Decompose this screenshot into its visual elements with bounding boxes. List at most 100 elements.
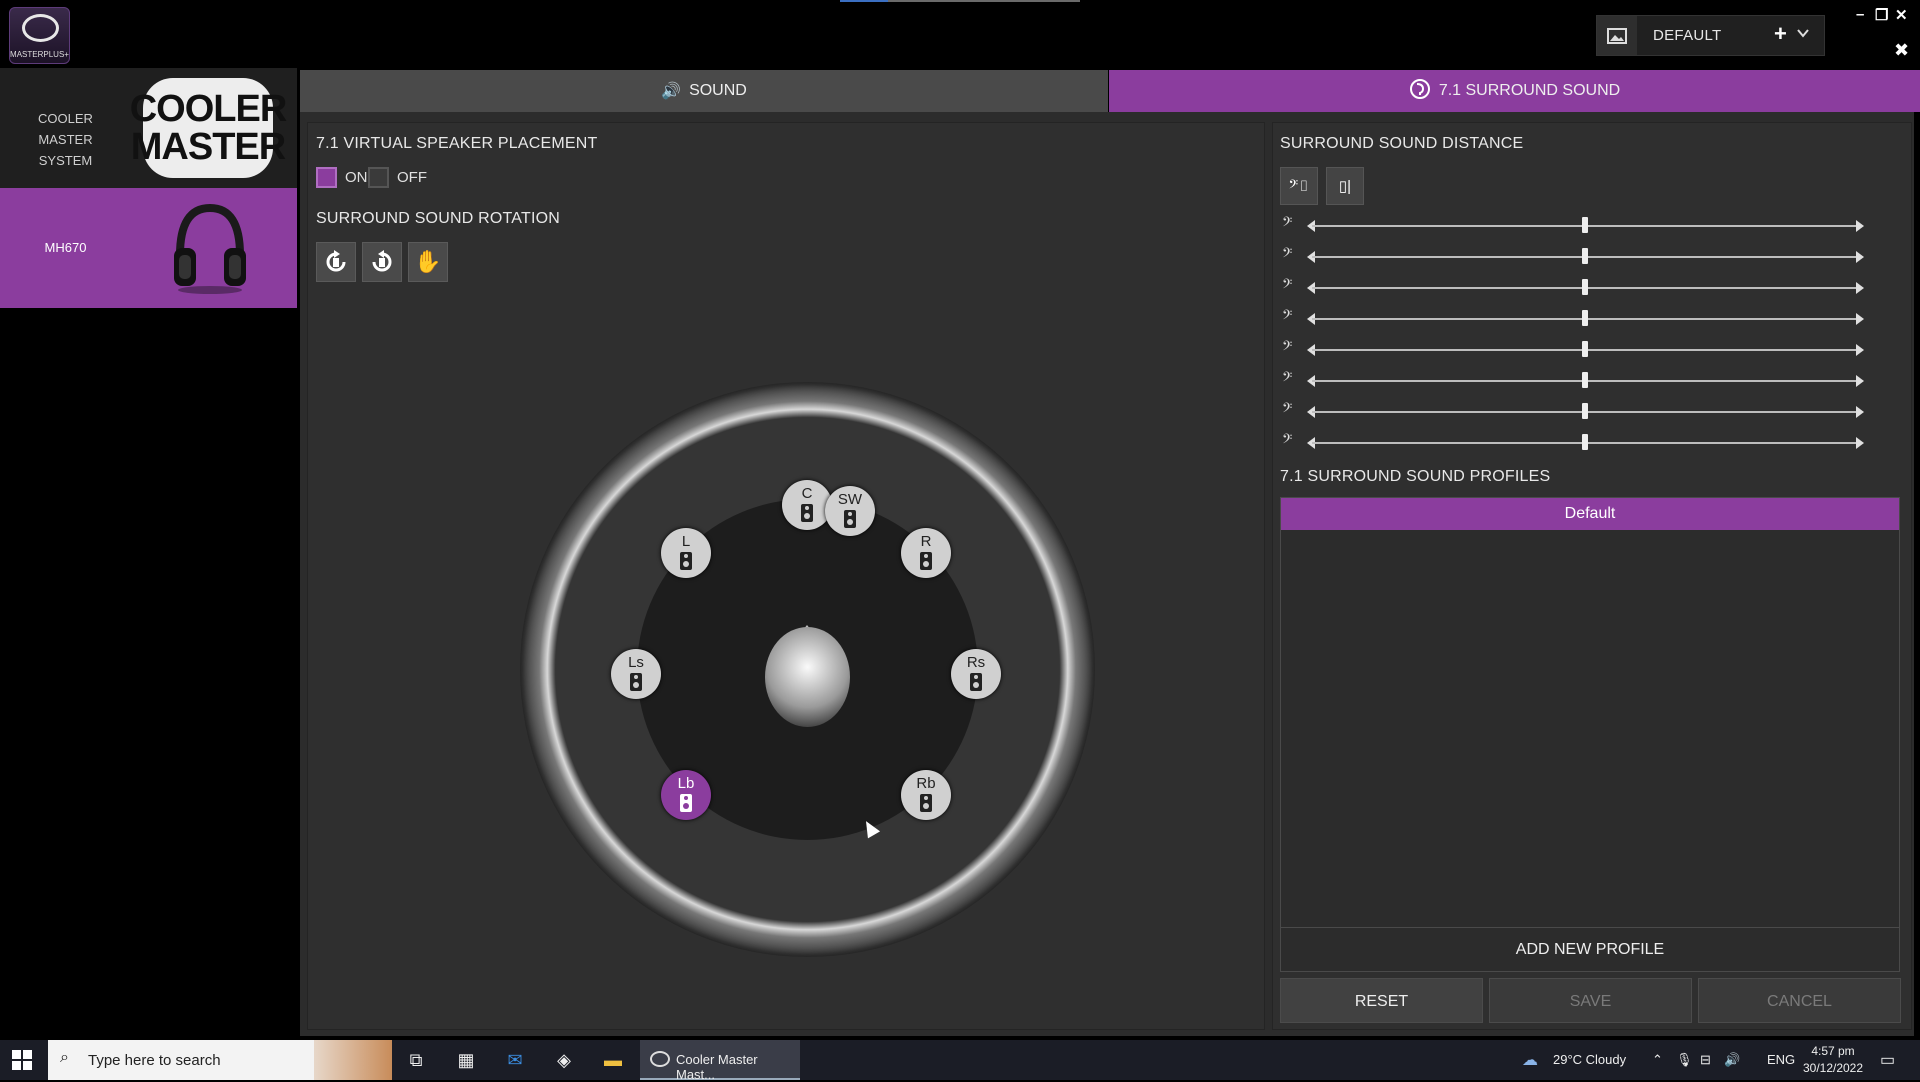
slider-handle[interactable]: [1582, 372, 1588, 388]
speaker-lb[interactable]: Lb: [661, 770, 711, 820]
ear-icon: 𝄢: [1282, 278, 1293, 295]
surround-icon: [1409, 78, 1431, 105]
slider-handle[interactable]: [1582, 217, 1588, 233]
distance-title: SURROUND SOUND DISTANCE: [1280, 135, 1524, 152]
speaker-icon: [801, 504, 813, 522]
speaker-lb-label: Lb: [677, 775, 695, 792]
search-icon: ⌕: [60, 1049, 69, 1066]
app-icon[interactable]: ◈: [553, 1049, 575, 1071]
speaker-r[interactable]: R: [901, 528, 951, 578]
ear-icon: 𝄢: [1282, 402, 1293, 419]
store-icon[interactable]: ▦: [455, 1049, 477, 1071]
chevron-up-icon[interactable]: ⌃: [1652, 1052, 1663, 1068]
weather-text[interactable]: 29°C Cloudy: [1553, 1052, 1626, 1067]
profile-selector[interactable]: DEFAULT +: [1596, 15, 1825, 56]
arrow-right-icon: [1856, 344, 1864, 356]
slider-handle[interactable]: [1582, 248, 1588, 264]
rotate-counterclockwise-button[interactable]: [362, 242, 402, 282]
clock[interactable]: 4:57 pm 30/12/2022: [1802, 1043, 1864, 1077]
sidebar-item-mh670[interactable]: MH670: [0, 188, 297, 308]
off-checkbox[interactable]: [368, 167, 389, 188]
chevron-down-icon[interactable]: [1797, 26, 1809, 41]
arrow-right-icon: [1856, 406, 1864, 418]
cooler-master-logo: COOLER MASTER: [130, 78, 287, 178]
ear-icon: 𝄢: [1282, 309, 1293, 326]
speaker-rs-label: Rs: [966, 654, 986, 671]
minimize-button[interactable]: –: [1856, 6, 1864, 23]
search-highlight-image: [314, 1040, 392, 1080]
add-profile-icon[interactable]: +: [1774, 21, 1787, 47]
language-indicator[interactable]: ENG: [1767, 1052, 1795, 1067]
speaker-icon: [920, 552, 932, 570]
speaker-ls-label: Ls: [628, 654, 644, 671]
distance-slider[interactable]: 𝄢: [1282, 371, 1882, 391]
tab-surround-label: 7.1 SURROUND SOUND: [1438, 82, 1621, 99]
tab-bar: 🔊 SOUND 7.1 SURROUND SOUND: [300, 70, 1920, 112]
speaker-c-label: C: [801, 485, 813, 502]
task-view-icon[interactable]: ⧉: [405, 1049, 427, 1071]
slider-handle[interactable]: [1582, 434, 1588, 450]
tab-sound-label: SOUND: [689, 82, 747, 99]
sidebar-item-system[interactable]: COOLER MASTER SYSTEM COOLER MASTER: [0, 68, 297, 188]
distance-slider[interactable]: 𝄢: [1282, 247, 1882, 267]
cancel-button[interactable]: CANCEL: [1698, 978, 1901, 1023]
masterplus-logo[interactable]: MASTERPLUS+: [9, 7, 70, 64]
speaker-rs[interactable]: Rs: [951, 649, 1001, 699]
volume-icon[interactable]: 🔊: [1724, 1052, 1740, 1068]
on-checkbox[interactable]: [316, 167, 337, 188]
speaker-sw[interactable]: SW: [825, 486, 875, 536]
distance-slider[interactable]: 𝄢: [1282, 216, 1882, 236]
speaker-rb[interactable]: Rb: [901, 770, 951, 820]
add-new-profile-button[interactable]: ADD NEW PROFILE: [1281, 927, 1899, 971]
slider-handle[interactable]: [1582, 403, 1588, 419]
manual-rotate-button[interactable]: ✋: [408, 242, 448, 282]
profiles-list: Default ADD NEW PROFILE: [1280, 497, 1900, 972]
device-label: MH670: [44, 240, 87, 255]
profile-item-default[interactable]: Default: [1281, 498, 1899, 530]
top-indicator: [840, 0, 888, 2]
taskbar-search[interactable]: ⌕ Type here to search: [48, 1040, 392, 1080]
save-button[interactable]: SAVE: [1489, 978, 1692, 1023]
maximize-button[interactable]: ❐: [1875, 6, 1888, 24]
slider-handle[interactable]: [1582, 310, 1588, 326]
mail-icon[interactable]: ✉: [504, 1049, 526, 1071]
distance-slider[interactable]: 𝄢: [1282, 309, 1882, 329]
app-logo-label: MASTERPLUS+: [10, 50, 69, 59]
app-window: MASTERPLUS+ DEFAULT + – ❐ ✕ ✖ COOLER MAS…: [0, 0, 1920, 1040]
windows-start-icon[interactable]: [12, 1050, 32, 1070]
rotate-clockwise-button[interactable]: [316, 242, 356, 282]
distance-mode-speaker-button[interactable]: ▯|: [1326, 167, 1364, 205]
slider-handle[interactable]: [1582, 279, 1588, 295]
arrow-right-icon: [1856, 282, 1864, 294]
close-button[interactable]: ✕: [1895, 6, 1908, 24]
ear-icon: 𝄢: [1282, 216, 1293, 233]
distance-mode-ear-button[interactable]: 𝄢▯: [1280, 167, 1318, 205]
notifications-icon[interactable]: ▭: [1880, 1050, 1895, 1070]
brand-line-1: COOLER: [129, 88, 288, 130]
folder-icon[interactable]: ▬: [602, 1049, 624, 1071]
network-icon[interactable]: ⊟: [1700, 1052, 1711, 1068]
on-label: ON: [345, 169, 368, 186]
taskbar-app-cooler-master[interactable]: Cooler Master Mast...: [640, 1040, 800, 1082]
tab-surround-sound[interactable]: 7.1 SURROUND SOUND: [1109, 70, 1920, 112]
tab-sound[interactable]: 🔊 SOUND: [300, 70, 1108, 112]
sidebar: COOLER MASTER SYSTEM COOLER MASTER MH670: [0, 68, 297, 1040]
distance-slider[interactable]: 𝄢: [1282, 402, 1882, 422]
placement-on-toggle[interactable]: ON: [316, 167, 368, 188]
slider-handle[interactable]: [1582, 341, 1588, 357]
placement-title: 7.1 VIRTUAL SPEAKER PLACEMENT: [316, 135, 598, 152]
pin-icon[interactable]: ✖: [1894, 40, 1909, 61]
distance-slider[interactable]: 𝄢: [1282, 340, 1882, 360]
weather-cloud-icon[interactable]: ☁: [1522, 1050, 1538, 1070]
speaker-ls[interactable]: Ls: [611, 649, 661, 699]
speaker-icon: [920, 794, 932, 812]
speaker-icon: [844, 510, 856, 528]
placement-off-toggle[interactable]: OFF: [368, 167, 427, 188]
image-icon[interactable]: [1597, 16, 1637, 55]
speaker-sw-label: SW: [837, 491, 863, 508]
distance-slider[interactable]: 𝄢: [1282, 278, 1882, 298]
reset-button[interactable]: RESET: [1280, 978, 1483, 1023]
speaker-l[interactable]: L: [661, 528, 711, 578]
mic-icon[interactable]: 🎙: [1676, 1052, 1693, 1068]
distance-slider[interactable]: 𝄢: [1282, 433, 1882, 453]
